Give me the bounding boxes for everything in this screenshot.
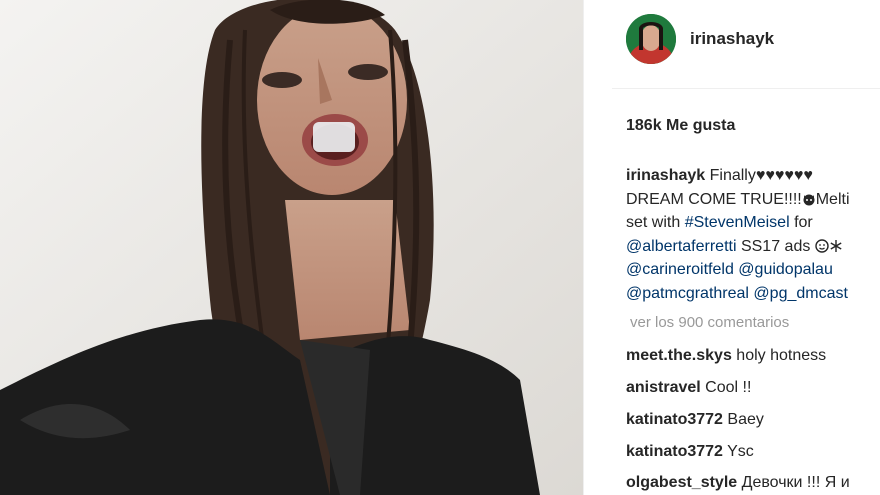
comment-username-link[interactable]: anistravel <box>626 379 701 396</box>
comment-username-link[interactable]: olgabest_style <box>626 474 737 491</box>
mention-link-guidopalau[interactable]: @guidopalau <box>738 261 833 278</box>
view-all-comments-link[interactable]: ver los 900 comentarios <box>630 314 789 331</box>
comment-item: meet.the.skys holy hotness <box>626 347 826 365</box>
caption-text-4: SS17 ads <box>736 237 815 255</box>
mention-link-albertaferretti[interactable]: @albertaferretti <box>626 238 737 255</box>
comment-username-link[interactable]: katinato3772 <box>626 443 723 460</box>
header-username-link[interactable]: irinashayk <box>690 29 774 49</box>
mention-link-pg-dmcast[interactable]: @pg_dmcast <box>753 285 848 302</box>
caption-line-2: DREAM COME TRUE!!!! Melti <box>626 188 880 212</box>
comment-item: olgabest_style Девочки !!! Я и <box>626 474 850 492</box>
comment-text: Cool !! <box>705 379 752 396</box>
smiling-face-emoji-icon <box>815 238 829 253</box>
comment-item: katinato3772 Ysc <box>626 443 754 461</box>
comment-item: katinato3772 Baey <box>626 411 764 429</box>
cat-face-emoji-icon <box>803 194 815 205</box>
caption-text-3a: set with <box>626 214 685 231</box>
comment-text: Девочки !!! Я и <box>741 474 850 491</box>
caption-text-2b: Melti <box>815 190 850 208</box>
caption-text-2: DREAM COME TRUE!!!! <box>626 190 802 208</box>
comment-text: Ysc <box>727 443 754 460</box>
likes-count[interactable]: 186k Me gusta <box>626 117 735 135</box>
caption-line-4: @albertaferretti SS17 ads <box>626 235 880 259</box>
post-header: irinashayk <box>584 0 880 88</box>
post-photo-illustration <box>0 0 583 495</box>
comment-text: holy hotness <box>736 347 827 364</box>
post-side-panel: irinashayk 186k Me gusta irinashayk Fina… <box>584 0 880 495</box>
post-photo[interactable] <box>0 0 583 495</box>
caption-line-3: set with #StevenMeisel for <box>626 211 880 235</box>
hashtag-link-stevenmeisel[interactable]: #StevenMeisel <box>685 214 790 231</box>
comment-text: Baey <box>727 411 764 428</box>
mention-link-carineroitfeld[interactable]: @carineroitfeld <box>626 261 734 278</box>
post-caption: irinashayk Finally♥♥♥♥♥♥ DREAM COME TRUE… <box>626 164 880 305</box>
avatar[interactable] <box>626 14 676 64</box>
comment-item: anistravel Cool !! <box>626 379 751 397</box>
avatar-image <box>626 14 676 64</box>
header-divider <box>612 88 880 89</box>
mention-link-patmcgrathreal[interactable]: @patmcgrathreal <box>626 285 749 302</box>
caption-username-link[interactable]: irinashayk <box>626 167 705 184</box>
caption-text-3b: for <box>789 214 813 231</box>
caption-line-5: @carineroitfeld @guidopalau <box>626 258 880 282</box>
caption-line-6: @patmcgrathreal @pg_dmcast <box>626 282 880 306</box>
comment-username-link[interactable]: katinato3772 <box>626 411 723 428</box>
snowflake-emoji-icon <box>830 239 842 252</box>
caption-text-1: Finally♥♥♥♥♥♥ <box>709 167 813 184</box>
caption-line-1: irinashayk Finally♥♥♥♥♥♥ <box>626 164 880 188</box>
comment-username-link[interactable]: meet.the.skys <box>626 347 732 364</box>
